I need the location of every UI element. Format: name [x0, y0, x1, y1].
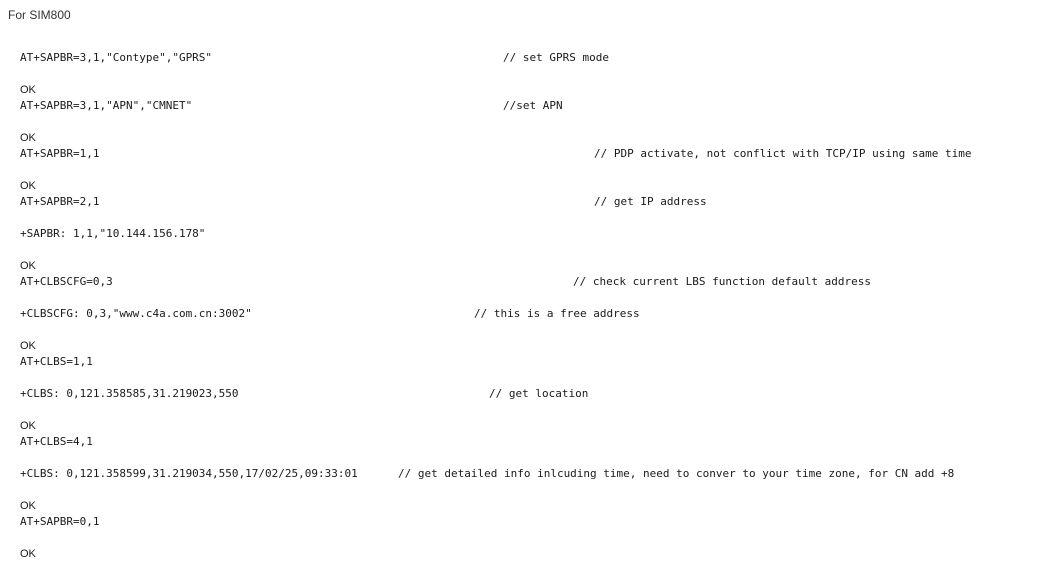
ok-response-line: OK	[0, 179, 1038, 193]
ok-text: OK	[20, 132, 36, 144]
ok-response-line: OK	[0, 499, 1038, 513]
at-command: AT+SAPBR=3,1,"Contype","GPRS"	[20, 51, 213, 64]
response-line: +CLBS: 0,121.358599,31.219034,550,17/02/…	[0, 467, 1038, 481]
code-comment: // this is a free address	[474, 307, 640, 320]
at-response: +SAPBR: 1,1,"10.144.156.178"	[20, 227, 206, 240]
code-comment: // check current LBS function default ad…	[573, 275, 872, 288]
ok-response-line: OK	[0, 547, 1038, 561]
at-command: AT+SAPBR=3,1,"APN","CMNET"	[20, 99, 193, 112]
response-line: +CLBSCFG: 0,3,"www.c4a.com.cn:3002" // th…	[0, 307, 1038, 321]
document-page: For SIM800 AT+SAPBR=3,1,"Contype","GPRS"…	[0, 0, 1038, 570]
ok-text: OK	[20, 340, 36, 352]
command-line: AT+CLBSCFG=0,3 // check current LBS funct…	[0, 275, 1038, 289]
command-line: AT+SAPBR=2,1 // get IP address	[0, 195, 1038, 209]
code-comment: // get location	[489, 387, 589, 400]
code-comment: // get detailed info inlcuding time, nee…	[398, 467, 955, 480]
at-command: AT+CLBS=1,1	[20, 355, 93, 368]
code-comment: //set APN	[503, 99, 563, 112]
response-line: +CLBS: 0,121.358585,31.219023,550 // get …	[0, 387, 1038, 401]
ok-response-line: OK	[0, 259, 1038, 273]
at-response: +CLBSCFG: 0,3,"www.c4a.com.cn:3002"	[20, 307, 252, 320]
at-response: +CLBS: 0,121.358599,31.219034,550,17/02/…	[20, 467, 358, 480]
at-command: AT+SAPBR=1,1	[20, 147, 100, 160]
ok-response-line: OK	[0, 83, 1038, 97]
command-line: AT+SAPBR=1,1 // PDP activate, not conflic…	[0, 147, 1038, 161]
code-comment: // get IP address	[594, 195, 707, 208]
code-comment: // PDP activate, not conflict with TCP/I…	[594, 147, 972, 160]
ok-text: OK	[20, 180, 36, 192]
at-command: AT+SAPBR=0,1	[20, 515, 100, 528]
command-line: AT+CLBS=4,1	[0, 435, 1038, 449]
at-response: +CLBS: 0,121.358585,31.219023,550	[20, 387, 239, 400]
at-command: AT+SAPBR=2,1	[20, 195, 100, 208]
response-line: +SAPBR: 1,1,"10.144.156.178"	[0, 227, 1038, 241]
code-comment: // set GPRS mode	[503, 51, 609, 64]
ok-text: OK	[20, 500, 36, 512]
ok-response-line: OK	[0, 339, 1038, 353]
page-title: For SIM800	[8, 8, 71, 22]
command-line: AT+SAPBR=0,1	[0, 515, 1038, 529]
ok-text: OK	[20, 420, 36, 432]
ok-text: OK	[20, 548, 36, 560]
command-line: AT+SAPBR=3,1,"APN","CMNET" //set APN	[0, 99, 1038, 113]
ok-text: OK	[20, 260, 36, 272]
at-command: AT+CLBS=4,1	[20, 435, 93, 448]
command-line: AT+CLBS=1,1	[0, 355, 1038, 369]
ok-response-line: OK	[0, 131, 1038, 145]
ok-response-line: OK	[0, 419, 1038, 433]
command-line: AT+SAPBR=3,1,"Contype","GPRS" // set GPRS…	[0, 51, 1038, 65]
at-command: AT+CLBSCFG=0,3	[20, 275, 113, 288]
ok-text: OK	[20, 84, 36, 96]
